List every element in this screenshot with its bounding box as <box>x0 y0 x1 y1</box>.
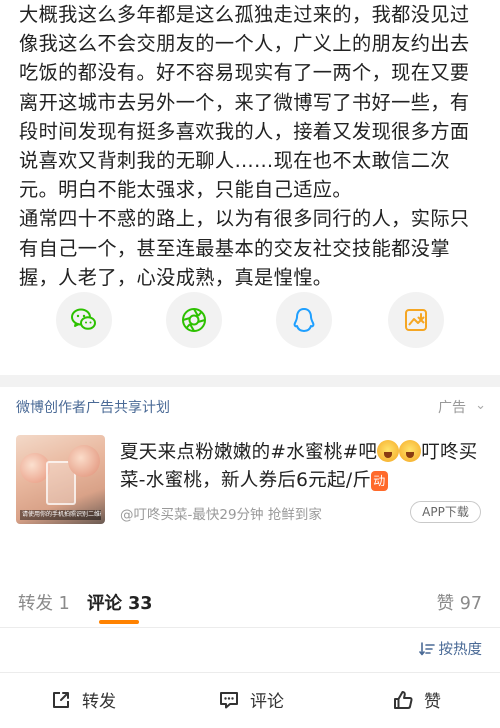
like-button[interactable]: 赞 <box>392 687 441 712</box>
ad-title-part1: 夏天来点粉嫩嫩的#水蜜桃#吧 <box>120 442 378 463</box>
active-tab-indicator <box>99 620 139 624</box>
thumbs-up-icon <box>394 690 413 709</box>
comment-label: 评论 <box>250 692 284 712</box>
post-paragraph-1: 大概我这么多年都是这么孤独走过来的，我都没见过像我这么不会交朋友的一个人，广义上… <box>19 3 470 202</box>
like-label: 赞 <box>424 692 441 712</box>
ad-sponsor-label: 微博创作者广告共享计划 <box>16 400 170 416</box>
peach-image <box>68 445 100 477</box>
share-qq-button[interactable] <box>276 292 332 348</box>
section-separator <box>0 375 500 387</box>
shocked-emoji-icon <box>399 440 422 462</box>
ad-title[interactable]: 夏天来点粉嫩嫩的#水蜜桃#吧 叮咚买菜-水蜜桃，新人券后6元起/斤动 <box>120 439 480 495</box>
stats-tabs: 转发 1 评论 33 赞 97 <box>0 574 500 628</box>
share-row <box>0 292 500 352</box>
comment-button[interactable]: 评论 <box>218 687 284 712</box>
dongdong-badge-icon: 动 <box>371 471 388 491</box>
comment-icon <box>220 691 238 708</box>
wechat-icon <box>71 308 96 330</box>
ad-card[interactable]: 微博创作者广告共享计划 广告 ⌄ 请使用你的手机拍照识别二维码领取新人福利 夏天… <box>0 387 500 562</box>
bottom-action-bar: 转发 评论 赞 <box>0 672 500 728</box>
repost-label: 转发 <box>82 692 116 712</box>
share-moments-button[interactable] <box>166 292 222 348</box>
tab-comment[interactable]: 评论 33 <box>87 590 152 615</box>
ad-source[interactable]: @叮咚买菜-最快29分钟 抢鲜到家 <box>120 503 322 523</box>
save-image-button[interactable] <box>388 292 444 348</box>
ad-dismiss-icon[interactable]: ⌄ <box>475 398 486 414</box>
shocked-emoji-icon <box>377 440 400 462</box>
moments-icon <box>182 308 206 332</box>
ad-thumbnail[interactable]: 请使用你的手机拍照识别二维码领取新人福利 <box>16 435 105 524</box>
thumbnail-caption: 请使用你的手机拍照识别二维码领取新人福利 <box>20 510 101 520</box>
qq-icon <box>293 308 315 332</box>
share-wechat-button[interactable] <box>56 292 112 348</box>
app-download-button[interactable]: APP下载 <box>410 501 481 523</box>
sort-label: 按热度 <box>438 642 483 658</box>
sort-by-hot-button[interactable]: 按热度 <box>418 638 483 659</box>
ad-tag: 广告 <box>438 400 466 416</box>
post-body: 大概我这么多年都是这么孤独走过来的，我都没见过像我这么不会交朋友的一个人，广义上… <box>19 0 489 292</box>
post-paragraph-2: 通常四十不惑的路上，以为有很多同行的人，实际只有自己一个，甚至连最基本的交友社交… <box>19 207 470 289</box>
share-out-icon <box>53 691 69 708</box>
tab-repost[interactable]: 转发 1 <box>18 590 70 615</box>
repost-button[interactable]: 转发 <box>50 687 116 712</box>
sort-icon <box>418 641 435 655</box>
tab-like[interactable]: 赞 97 <box>437 590 482 615</box>
sort-row: 按热度 <box>0 630 500 666</box>
save-image-icon <box>405 309 427 331</box>
